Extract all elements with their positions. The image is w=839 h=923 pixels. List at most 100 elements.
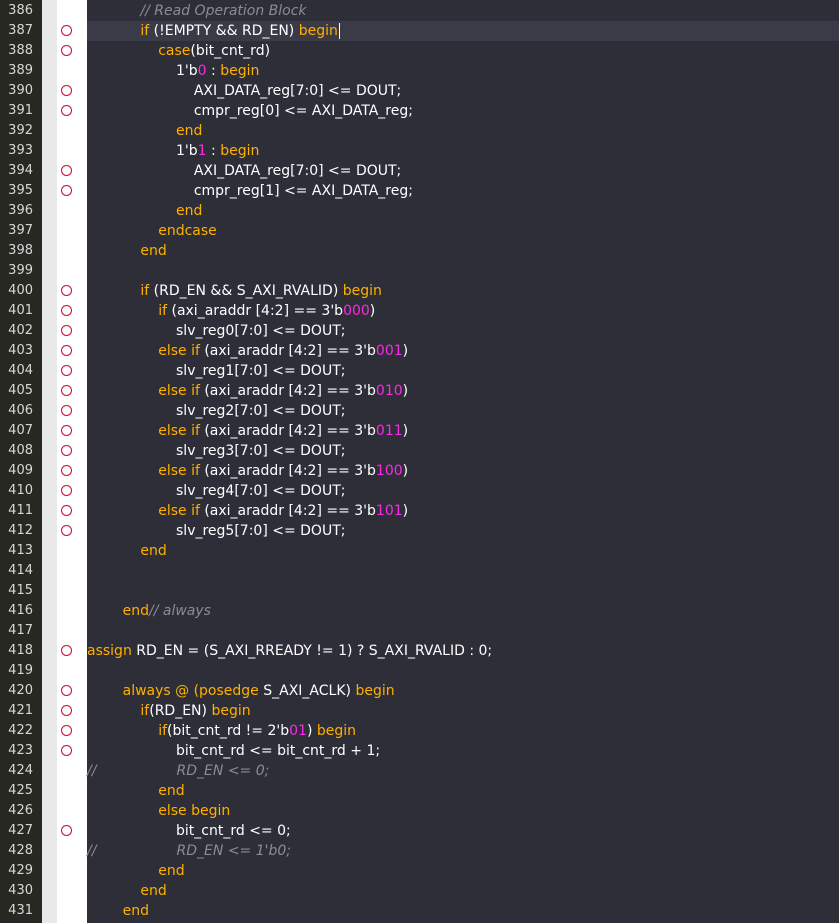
code-line[interactable]: 387 if (!EMPTY && RD_EN) begin: [0, 21, 839, 41]
breakpoint-marker-icon[interactable]: [61, 465, 72, 476]
code-line[interactable]: 388 case(bit_cnt_rd): [0, 41, 839, 61]
code-text[interactable]: // RD_EN <= 1'b0;: [87, 841, 291, 861]
breakpoint-marker-icon[interactable]: [61, 525, 72, 536]
breakpoint-marker-icon[interactable]: [61, 425, 72, 436]
breakpoint-marker-icon[interactable]: [61, 25, 72, 36]
code-line[interactable]: 407 else if (axi_araddr [4:2] == 3'b011): [0, 421, 839, 441]
code-line[interactable]: 409 else if (axi_araddr [4:2] == 3'b100): [0, 461, 839, 481]
code-text[interactable]: bit_cnt_rd <= bit_cnt_rd + 1;: [87, 741, 380, 761]
code-line[interactable]: 418 assign RD_EN = (S_AXI_RREADY != 1) ? …: [0, 641, 839, 661]
code-text[interactable]: end: [87, 861, 184, 881]
code-line[interactable]: 399: [0, 261, 839, 281]
code-line[interactable]: 393 1'b1 : begin: [0, 141, 839, 161]
code-text[interactable]: else if (axi_araddr [4:2] == 3'b100): [87, 461, 408, 481]
code-line[interactable]: 417: [0, 621, 839, 641]
breakpoint-marker-icon[interactable]: [61, 825, 72, 836]
code-line[interactable]: 389 1'b0 : begin: [0, 61, 839, 81]
code-line[interactable]: 400 if (RD_EN && S_AXI_RVALID) begin: [0, 281, 839, 301]
code-line[interactable]: 412 slv_reg5[7:0] <= DOUT;: [0, 521, 839, 541]
code-line[interactable]: 398 end: [0, 241, 839, 261]
code-text[interactable]: endcase: [87, 221, 217, 241]
code-line[interactable]: 413 end: [0, 541, 839, 561]
code-text[interactable]: end: [87, 901, 149, 921]
code-line[interactable]: 431 end: [0, 901, 839, 921]
code-text[interactable]: else begin: [87, 801, 230, 821]
breakpoint-marker-icon[interactable]: [61, 305, 72, 316]
code-line[interactable]: 428 // RD_EN <= 1'b0;: [0, 841, 839, 861]
code-line[interactable]: 401 if (axi_araddr [4:2] == 3'b000): [0, 301, 839, 321]
code-line[interactable]: 421 if(RD_EN) begin: [0, 701, 839, 721]
code-line[interactable]: 404 slv_reg1[7:0] <= DOUT;: [0, 361, 839, 381]
code-line[interactable]: 422 if(bit_cnt_rd != 2'b01) begin: [0, 721, 839, 741]
code-text[interactable]: slv_reg3[7:0] <= DOUT;: [87, 441, 345, 461]
breakpoint-marker-icon[interactable]: [61, 385, 72, 396]
breakpoint-marker-icon[interactable]: [61, 745, 72, 756]
breakpoint-marker-icon[interactable]: [61, 485, 72, 496]
code-line[interactable]: 406 slv_reg2[7:0] <= DOUT;: [0, 401, 839, 421]
breakpoint-marker-icon[interactable]: [61, 405, 72, 416]
code-text[interactable]: // Read Operation Block: [87, 1, 306, 21]
code-text[interactable]: end: [87, 121, 202, 141]
code-line[interactable]: 427 bit_cnt_rd <= 0;: [0, 821, 839, 841]
breakpoint-marker-icon[interactable]: [61, 285, 72, 296]
code-text[interactable]: bit_cnt_rd <= 0;: [87, 821, 291, 841]
breakpoint-marker-icon[interactable]: [61, 185, 72, 196]
code-text[interactable]: else if (axi_araddr [4:2] == 3'b011): [87, 421, 408, 441]
code-text[interactable]: else if (axi_araddr [4:2] == 3'b101): [87, 501, 408, 521]
code-text[interactable]: case(bit_cnt_rd): [87, 41, 270, 61]
breakpoint-marker-icon[interactable]: [61, 105, 72, 116]
code-text[interactable]: // RD_EN <= 0;: [87, 761, 269, 781]
code-text[interactable]: if (!EMPTY && RD_EN) begin: [87, 21, 839, 41]
code-text[interactable]: end: [87, 241, 166, 261]
code-text[interactable]: always @ (posedge S_AXI_ACLK) begin: [87, 681, 395, 701]
code-line[interactable]: 392 end: [0, 121, 839, 141]
code-text[interactable]: slv_reg5[7:0] <= DOUT;: [87, 521, 345, 541]
code-line[interactable]: 420 always @ (posedge S_AXI_ACLK) begin: [0, 681, 839, 701]
code-text[interactable]: if(RD_EN) begin: [87, 701, 250, 721]
code-text[interactable]: AXI_DATA_reg[7:0] <= DOUT;: [87, 161, 401, 181]
code-line[interactable]: 394 AXI_DATA_reg[7:0] <= DOUT;: [0, 161, 839, 181]
code-line[interactable]: 423 bit_cnt_rd <= bit_cnt_rd + 1;: [0, 741, 839, 761]
code-line[interactable]: 391 cmpr_reg[0] <= AXI_DATA_reg;: [0, 101, 839, 121]
code-text[interactable]: cmpr_reg[0] <= AXI_DATA_reg;: [87, 101, 413, 121]
code-text[interactable]: if(bit_cnt_rd != 2'b01) begin: [87, 721, 356, 741]
code-text[interactable]: end: [87, 541, 166, 561]
code-text[interactable]: end: [87, 881, 166, 901]
code-text[interactable]: cmpr_reg[1] <= AXI_DATA_reg;: [87, 181, 413, 201]
code-text[interactable]: end: [87, 201, 202, 221]
breakpoint-marker-icon[interactable]: [61, 165, 72, 176]
code-text[interactable]: end// always: [87, 601, 211, 621]
code-text[interactable]: else if (axi_araddr [4:2] == 3'b001): [87, 341, 408, 361]
code-line[interactable]: 429 end: [0, 861, 839, 881]
code-line[interactable]: 405 else if (axi_araddr [4:2] == 3'b010): [0, 381, 839, 401]
breakpoint-marker-icon[interactable]: [61, 365, 72, 376]
code-text[interactable]: slv_reg4[7:0] <= DOUT;: [87, 481, 345, 501]
code-text[interactable]: AXI_DATA_reg[7:0] <= DOUT;: [87, 81, 401, 101]
code-line[interactable]: 403 else if (axi_araddr [4:2] == 3'b001): [0, 341, 839, 361]
code-line[interactable]: 416 end// always: [0, 601, 839, 621]
code-text[interactable]: end: [87, 781, 184, 801]
code-text[interactable]: assign RD_EN = (S_AXI_RREADY != 1) ? S_A…: [87, 641, 492, 661]
breakpoint-marker-icon[interactable]: [61, 645, 72, 656]
breakpoint-marker-icon[interactable]: [61, 725, 72, 736]
code-line[interactable]: 386 // Read Operation Block: [0, 1, 839, 21]
code-line[interactable]: 425 end: [0, 781, 839, 801]
code-line[interactable]: 396 end: [0, 201, 839, 221]
code-text[interactable]: 1'b0 : begin: [87, 61, 259, 81]
code-line[interactable]: 411 else if (axi_araddr [4:2] == 3'b101): [0, 501, 839, 521]
code-text[interactable]: if (RD_EN && S_AXI_RVALID) begin: [87, 281, 381, 301]
code-line[interactable]: 424 // RD_EN <= 0;: [0, 761, 839, 781]
code-line[interactable]: 414: [0, 561, 839, 581]
code-line[interactable]: 397 endcase: [0, 221, 839, 241]
code-line[interactable]: 395 cmpr_reg[1] <= AXI_DATA_reg;: [0, 181, 839, 201]
breakpoint-marker-icon[interactable]: [61, 705, 72, 716]
code-text[interactable]: slv_reg0[7:0] <= DOUT;: [87, 321, 345, 341]
code-line[interactable]: 426 else begin: [0, 801, 839, 821]
breakpoint-marker-icon[interactable]: [61, 685, 72, 696]
breakpoint-marker-icon[interactable]: [61, 445, 72, 456]
code-text[interactable]: if (axi_araddr [4:2] == 3'b000): [87, 301, 375, 321]
breakpoint-marker-icon[interactable]: [61, 85, 72, 96]
code-line[interactable]: 390 AXI_DATA_reg[7:0] <= DOUT;: [0, 81, 839, 101]
code-editor[interactable]: 386 // Read Operation Block 387 if (!EMPT…: [0, 0, 839, 923]
code-line[interactable]: 408 slv_reg3[7:0] <= DOUT;: [0, 441, 839, 461]
